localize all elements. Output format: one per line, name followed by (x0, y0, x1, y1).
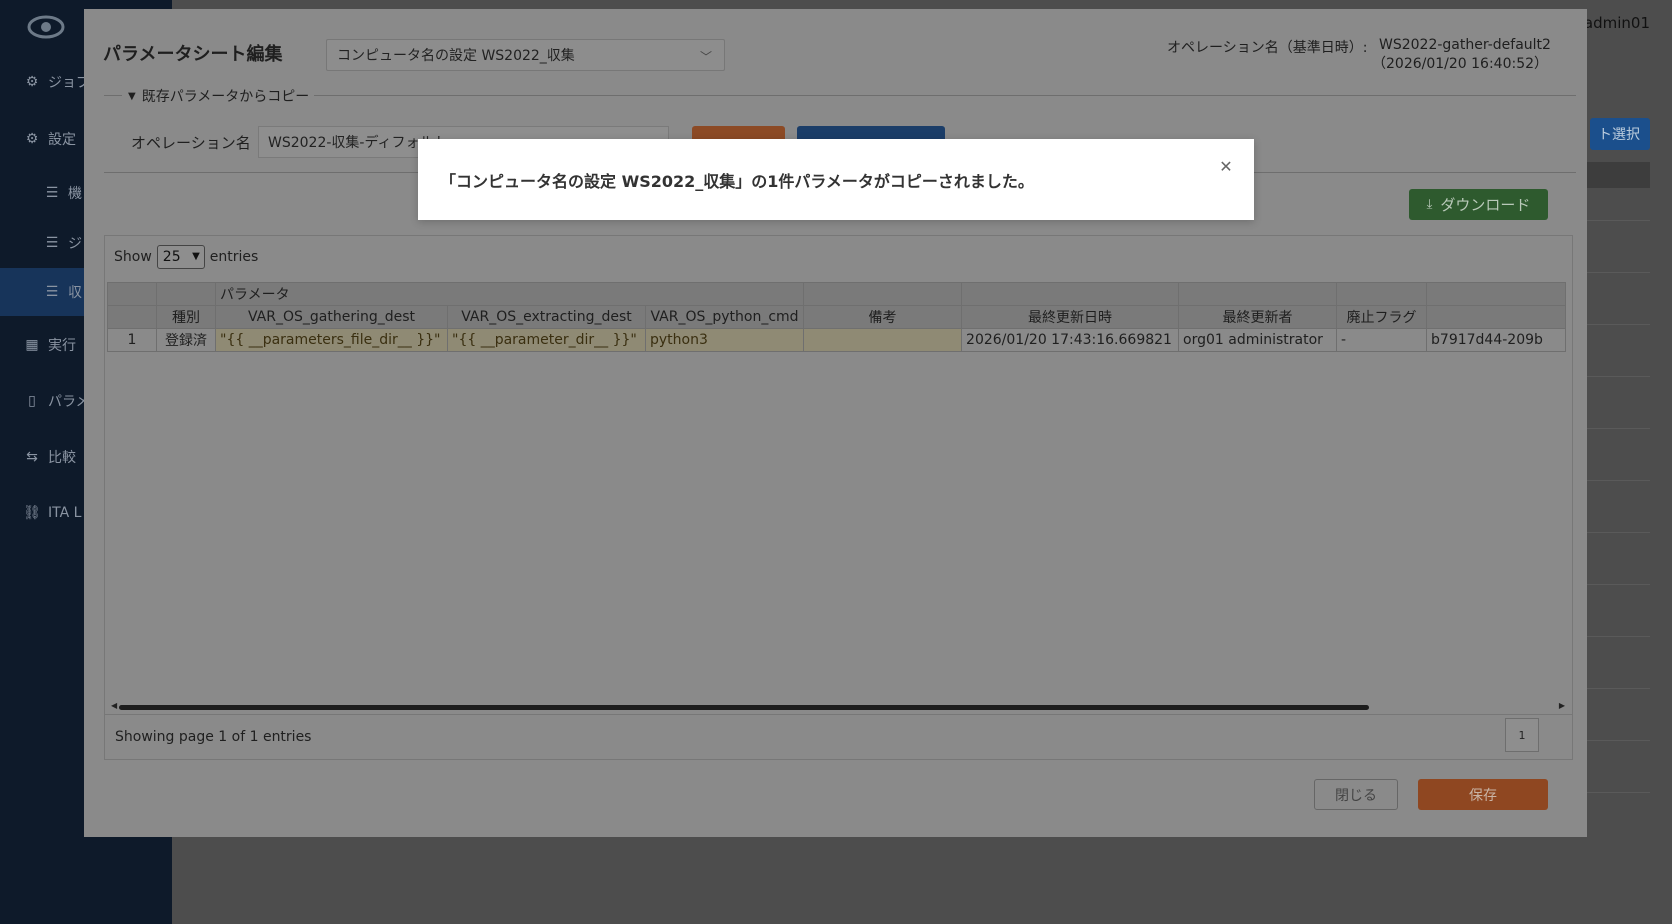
gathering-dest-cell[interactable]: "{{ __parameters_file_dir__ }}" (215, 328, 448, 352)
triangle-down-icon: ▼ (128, 90, 136, 102)
extracting-dest-cell[interactable]: "{{ __parameter_dir__ }}" (447, 328, 646, 352)
sheet-select-button[interactable]: ト選択 (1590, 118, 1650, 150)
python-cmd-cell[interactable]: python3 (644, 328, 805, 352)
header-cell (1336, 282, 1428, 306)
chevron-down-icon: ▼ (192, 251, 200, 262)
sliders-icon: ☰ (45, 185, 59, 201)
sidebar-item-label: ITA L (48, 505, 82, 521)
divider (314, 95, 1576, 96)
last-updated-cell: 2026/01/20 17:43:16.669821 (961, 328, 1180, 352)
sidebar-item-label: 比較 (48, 450, 76, 466)
header-cell (961, 282, 1180, 306)
column-header[interactable]: VAR_OS_python_cmd (644, 305, 805, 329)
download-label: ダウンロード (1440, 196, 1531, 214)
download-icon: ⤓ (1426, 197, 1433, 212)
status-cell: 登録済 (156, 328, 216, 352)
page-length-value: 25 (162, 249, 181, 265)
column-header[interactable]: VAR_OS_gathering_dest (215, 305, 448, 329)
copy-section-label: 既存パラメータからコピー (141, 89, 310, 105)
header-cell (107, 282, 157, 306)
parameter-table: パラメータ 種別 VAR_OS_gathering_dest VAR_OS_ex… (107, 282, 1567, 352)
column-header[interactable]: 種別 (156, 305, 216, 329)
row-number-cell: 1 (107, 328, 157, 352)
operation-label: オペレーション名（基準日時）: (1167, 40, 1368, 56)
copy-section-toggle[interactable]: ▼ 既存パラメータからコピー (128, 86, 309, 106)
column-header[interactable]: 廃止フラグ (1336, 305, 1428, 329)
remarks-cell[interactable] (803, 328, 963, 352)
group-header-parameter: パラメータ (214, 282, 805, 306)
header-cell (803, 282, 963, 306)
operation-name-label: オペレーション名 (131, 134, 251, 152)
save-button[interactable]: 保存 (1418, 779, 1548, 810)
last-updated-by-cell: org01 administrator (1178, 328, 1338, 352)
document-icon: ▯ (28, 393, 36, 409)
page-length-select[interactable]: 25 ▼ (156, 245, 205, 269)
sheet-select-value: コンピュータ名の設定 WS2022_収集 (337, 48, 575, 64)
close-button[interactable]: 閉じる (1314, 779, 1398, 810)
scroll-right-icon[interactable]: ▶ (1559, 701, 1565, 710)
horizontal-scrollbar[interactable]: ◀ ▶ (111, 701, 1565, 711)
table-row: 1 登録済 "{{ __parameters_file_dir__ }}" "{… (107, 328, 1567, 352)
scroll-left-icon[interactable]: ◀ (111, 701, 117, 710)
column-header[interactable] (1426, 305, 1567, 329)
modal-title: パラメータシート編集 (103, 44, 283, 65)
page-button[interactable]: 1 (1505, 718, 1539, 752)
column-header[interactable]: VAR_OS_extracting_dest (447, 305, 646, 329)
sidebar-item-label: 機 (68, 186, 82, 202)
header-cell (1178, 282, 1338, 306)
column-header[interactable]: 備考 (803, 305, 963, 329)
page-info: Showing page 1 of 1 entries (115, 729, 312, 745)
sidebar-item-label: 設定 (48, 132, 76, 148)
entries-label: entries (209, 249, 259, 265)
divider (104, 95, 122, 96)
gear-icon: ⚙ (25, 74, 39, 90)
grid-icon: ▦ (25, 337, 39, 353)
header-cell (1426, 282, 1567, 306)
discard-flag-cell: - (1336, 328, 1428, 352)
copy-notification: 「コンピュータ名の設定 WS2022_収集」の1件パラメータがコピーされました。… (418, 139, 1254, 220)
scrollbar-thumb[interactable] (119, 705, 1369, 710)
compare-icon: ⇆ (26, 449, 38, 465)
parameter-sheet-modal: パラメータシート編集 コンピュータ名の設定 WS2022_収集 ﹀ オペレーショ… (84, 9, 1587, 837)
parameter-table-panel: Show 25 ▼ entries パラメータ 種別 VAR_OS_gather… (104, 235, 1573, 760)
divider (105, 714, 1572, 715)
table-group-header-row: パラメータ (107, 282, 1567, 306)
sidebar-item-label: 実行 (48, 338, 76, 354)
user-name[interactable]: admin01 (1584, 14, 1650, 32)
uuid-cell: b7917d44-209b (1426, 328, 1567, 352)
ita-logo-icon (27, 15, 65, 39)
show-label: Show (114, 249, 152, 265)
sliders-icon: ☰ (45, 235, 59, 251)
link-icon: ⛓ (23, 505, 41, 521)
sidebar-item-label: ジ (68, 236, 82, 252)
notification-message: 「コンピュータ名の設定 WS2022_収集」の1件パラメータがコピーされました。 (440, 172, 1034, 191)
column-header[interactable]: 最終更新者 (1178, 305, 1338, 329)
gear-icon: ⚙ (25, 131, 39, 147)
sheet-select[interactable]: コンピュータ名の設定 WS2022_収集 ﹀ (326, 39, 725, 71)
table-header-row: 種別 VAR_OS_gathering_dest VAR_OS_extracti… (107, 305, 1567, 329)
sidebar-item-label: 収 (68, 285, 82, 301)
chevron-down-icon: ﹀ (699, 50, 712, 64)
show-entries: Show 25 ▼ entries (114, 245, 258, 269)
operation-value: WS2022-gather-default2 (1379, 37, 1551, 53)
operation-date: （2026/01/20 16:40:52） (1372, 56, 1549, 72)
column-header[interactable]: 最終更新日時 (961, 305, 1180, 329)
close-icon[interactable]: ✕ (1218, 159, 1234, 175)
header-cell (156, 282, 216, 306)
column-header[interactable] (107, 305, 157, 329)
download-button[interactable]: ⤓ ダウンロード (1409, 189, 1548, 220)
sliders-icon: ☰ (45, 284, 59, 300)
